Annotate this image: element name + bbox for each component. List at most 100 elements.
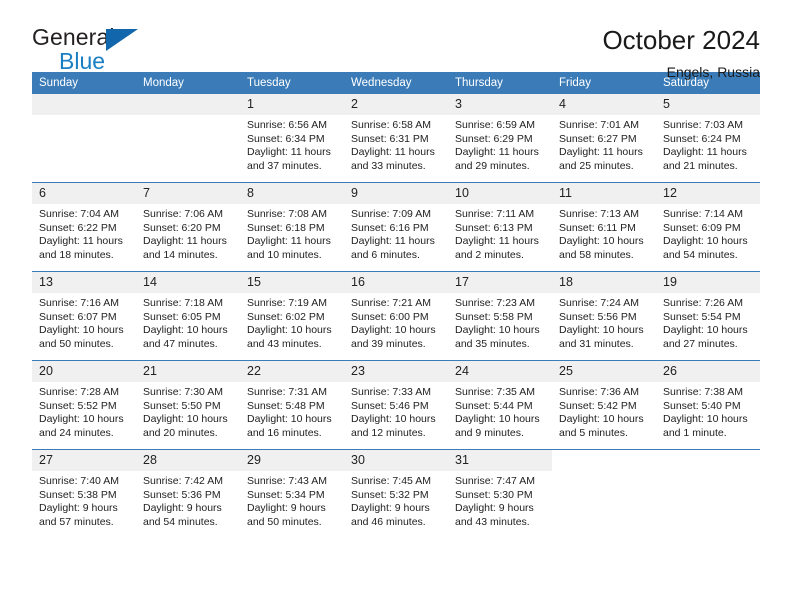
sunrise-text: Sunrise: 7:19 AM (247, 297, 327, 309)
calendar-cell: 14 Sunrise: 7:18 AM Sunset: 6:05 PM Dayligh… (136, 271, 240, 361)
day-cell[interactable]: 5 Sunrise: 7:03 AM Sunset: 6:24 PM Daylight… (656, 94, 760, 182)
calendar-cell (656, 449, 760, 538)
day-number (656, 450, 760, 471)
day-cell[interactable]: 4 Sunrise: 7:01 AM Sunset: 6:27 PM Daylight… (552, 94, 656, 182)
day-cell[interactable]: 18 Sunrise: 7:24 AM Sunset: 5:56 PM Dayligh… (552, 272, 656, 360)
sun-info: Sunrise: 7:09 AM Sunset: 6:16 PM Daylight:… (344, 204, 448, 262)
triangle-icon (106, 29, 138, 51)
day-cell[interactable]: 26 Sunrise: 7:38 AM Sunset: 5:40 PM Dayligh… (656, 361, 760, 449)
day-cell[interactable]: 13 Sunrise: 7:16 AM Sunset: 6:07 PM Dayligh… (32, 272, 136, 360)
daylight-text-line2: and 50 minutes. (247, 515, 322, 528)
sunset-text: Sunset: 5:58 PM (455, 310, 533, 323)
calendar-week-row: 27 Sunrise: 7:40 AM Sunset: 5:38 PM Dayligh… (32, 449, 760, 538)
sunrise-text: Sunrise: 7:21 AM (351, 297, 431, 309)
logo-text-blue: Blue (59, 48, 106, 74)
day-cell[interactable]: 23 Sunrise: 7:33 AM Sunset: 5:46 PM Dayligh… (344, 361, 448, 449)
day-cell[interactable]: 27 Sunrise: 7:40 AM Sunset: 5:38 PM Dayligh… (32, 450, 136, 538)
sunset-text: Sunset: 5:36 PM (143, 488, 221, 501)
day-number: 26 (656, 361, 760, 382)
sun-info: Sunrise: 6:58 AM Sunset: 6:31 PM Daylight:… (344, 115, 448, 173)
day-cell[interactable]: 20 Sunrise: 7:28 AM Sunset: 5:52 PM Dayligh… (32, 361, 136, 449)
daylight-text-line1: Daylight: 9 hours (143, 502, 222, 515)
weekday-header-thursday: Thursday (448, 72, 552, 94)
day-cell[interactable]: 1 Sunrise: 6:56 AM Sunset: 6:34 PM Daylight… (240, 94, 344, 182)
day-cell[interactable]: 15 Sunrise: 7:19 AM Sunset: 6:02 PM Dayligh… (240, 272, 344, 360)
daylight-text-line2: and 5 minutes. (559, 426, 628, 439)
day-number: 7 (136, 183, 240, 204)
calendar-cell: 17 Sunrise: 7:23 AM Sunset: 5:58 PM Dayligh… (448, 271, 552, 361)
day-cell[interactable]: 10 Sunrise: 7:11 AM Sunset: 6:13 PM Dayligh… (448, 183, 552, 271)
day-cell[interactable]: 8 Sunrise: 7:08 AM Sunset: 6:18 PM Daylight… (240, 183, 344, 271)
daylight-text-line1: Daylight: 10 hours (663, 413, 748, 426)
day-number: 8 (240, 183, 344, 204)
day-cell[interactable]: 17 Sunrise: 7:23 AM Sunset: 5:58 PM Dayligh… (448, 272, 552, 360)
day-cell[interactable]: 30 Sunrise: 7:45 AM Sunset: 5:32 PM Dayligh… (344, 450, 448, 538)
sunset-text: Sunset: 6:34 PM (247, 132, 325, 145)
daylight-text-line2: and 37 minutes. (247, 159, 322, 172)
day-cell[interactable]: 24 Sunrise: 7:35 AM Sunset: 5:44 PM Dayligh… (448, 361, 552, 449)
daylight-text-line1: Daylight: 10 hours (351, 324, 436, 337)
day-number (552, 450, 656, 471)
day-number: 24 (448, 361, 552, 382)
calendar-cell: 13 Sunrise: 7:16 AM Sunset: 6:07 PM Dayligh… (32, 271, 136, 361)
day-cell[interactable]: 19 Sunrise: 7:26 AM Sunset: 5:54 PM Dayligh… (656, 272, 760, 360)
calendar-cell: 11 Sunrise: 7:13 AM Sunset: 6:11 PM Dayligh… (552, 182, 656, 272)
sunset-text: Sunset: 5:48 PM (247, 399, 325, 412)
sunrise-text: Sunrise: 7:03 AM (663, 119, 743, 131)
sun-info: Sunrise: 7:16 AM Sunset: 6:07 PM Daylight:… (32, 293, 136, 351)
day-number: 29 (240, 450, 344, 471)
sunset-text: Sunset: 5:44 PM (455, 399, 533, 412)
general-blue-logo[interactable]: General Blue (32, 26, 162, 78)
sun-info: Sunrise: 7:24 AM Sunset: 5:56 PM Daylight:… (552, 293, 656, 351)
calendar-cell: 2 Sunrise: 6:58 AM Sunset: 6:31 PM Daylight… (344, 94, 448, 183)
calendar-cell: 27 Sunrise: 7:40 AM Sunset: 5:38 PM Dayligh… (32, 449, 136, 538)
day-cell[interactable]: 6 Sunrise: 7:04 AM Sunset: 6:22 PM Daylight… (32, 183, 136, 271)
day-cell[interactable]: 22 Sunrise: 7:31 AM Sunset: 5:48 PM Dayligh… (240, 361, 344, 449)
sunset-text: Sunset: 6:05 PM (143, 310, 221, 323)
sun-info: Sunrise: 7:18 AM Sunset: 6:05 PM Daylight:… (136, 293, 240, 351)
day-cell[interactable]: 31 Sunrise: 7:47 AM Sunset: 5:30 PM Dayligh… (448, 450, 552, 538)
day-number: 25 (552, 361, 656, 382)
calendar-cell: 31 Sunrise: 7:47 AM Sunset: 5:30 PM Dayligh… (448, 449, 552, 538)
daylight-text-line1: Daylight: 9 hours (39, 502, 118, 515)
day-number: 5 (656, 94, 760, 115)
day-cell[interactable]: 28 Sunrise: 7:42 AM Sunset: 5:36 PM Dayligh… (136, 450, 240, 538)
day-cell[interactable]: 3 Sunrise: 6:59 AM Sunset: 6:29 PM Daylight… (448, 94, 552, 182)
day-cell[interactable]: 14 Sunrise: 7:18 AM Sunset: 6:05 PM Dayligh… (136, 272, 240, 360)
day-cell[interactable]: 16 Sunrise: 7:21 AM Sunset: 6:00 PM Dayligh… (344, 272, 448, 360)
calendar-cell: 10 Sunrise: 7:11 AM Sunset: 6:13 PM Dayligh… (448, 182, 552, 272)
sunrise-text: Sunrise: 7:01 AM (559, 119, 639, 131)
sunset-text: Sunset: 6:20 PM (143, 221, 221, 234)
calendar-page: General Blue October 2024 Engels, Russia… (0, 0, 792, 612)
daylight-text-line1: Daylight: 10 hours (455, 413, 540, 426)
sun-info: Sunrise: 7:13 AM Sunset: 6:11 PM Daylight:… (552, 204, 656, 262)
day-cell[interactable]: 7 Sunrise: 7:06 AM Sunset: 6:20 PM Daylight… (136, 183, 240, 271)
day-number: 27 (32, 450, 136, 471)
sun-info: Sunrise: 7:45 AM Sunset: 5:32 PM Daylight:… (344, 471, 448, 529)
daylight-text-line2: and 1 minute. (663, 426, 727, 439)
day-cell[interactable]: 11 Sunrise: 7:13 AM Sunset: 6:11 PM Dayligh… (552, 183, 656, 271)
daylight-text-line1: Daylight: 10 hours (247, 413, 332, 426)
weekday-header-tuesday: Tuesday (240, 72, 344, 94)
day-number: 30 (344, 450, 448, 471)
sunrise-text: Sunrise: 6:59 AM (455, 119, 535, 131)
sunrise-text: Sunrise: 6:58 AM (351, 119, 431, 131)
daylight-text-line1: Daylight: 11 hours (39, 235, 123, 248)
daylight-text-line1: Daylight: 10 hours (39, 413, 124, 426)
daylight-text-line1: Daylight: 9 hours (351, 502, 430, 515)
day-number: 10 (448, 183, 552, 204)
sun-info: Sunrise: 7:19 AM Sunset: 6:02 PM Daylight:… (240, 293, 344, 351)
day-cell[interactable]: 21 Sunrise: 7:30 AM Sunset: 5:50 PM Dayligh… (136, 361, 240, 449)
sunrise-text: Sunrise: 7:16 AM (39, 297, 119, 309)
day-cell[interactable]: 29 Sunrise: 7:43 AM Sunset: 5:34 PM Dayligh… (240, 450, 344, 538)
daylight-text-line2: and 29 minutes. (455, 159, 530, 172)
day-cell[interactable]: 12 Sunrise: 7:14 AM Sunset: 6:09 PM Dayligh… (656, 183, 760, 271)
sunrise-text: Sunrise: 7:33 AM (351, 386, 431, 398)
day-cell[interactable]: 25 Sunrise: 7:36 AM Sunset: 5:42 PM Dayligh… (552, 361, 656, 449)
daylight-text-line1: Daylight: 10 hours (663, 235, 748, 248)
sunset-text: Sunset: 6:11 PM (559, 221, 636, 234)
day-cell[interactable]: 2 Sunrise: 6:58 AM Sunset: 6:31 PM Daylight… (344, 94, 448, 182)
day-number: 19 (656, 272, 760, 293)
daylight-text-line1: Daylight: 11 hours (247, 235, 331, 248)
day-cell[interactable]: 9 Sunrise: 7:09 AM Sunset: 6:16 PM Daylight… (344, 183, 448, 271)
